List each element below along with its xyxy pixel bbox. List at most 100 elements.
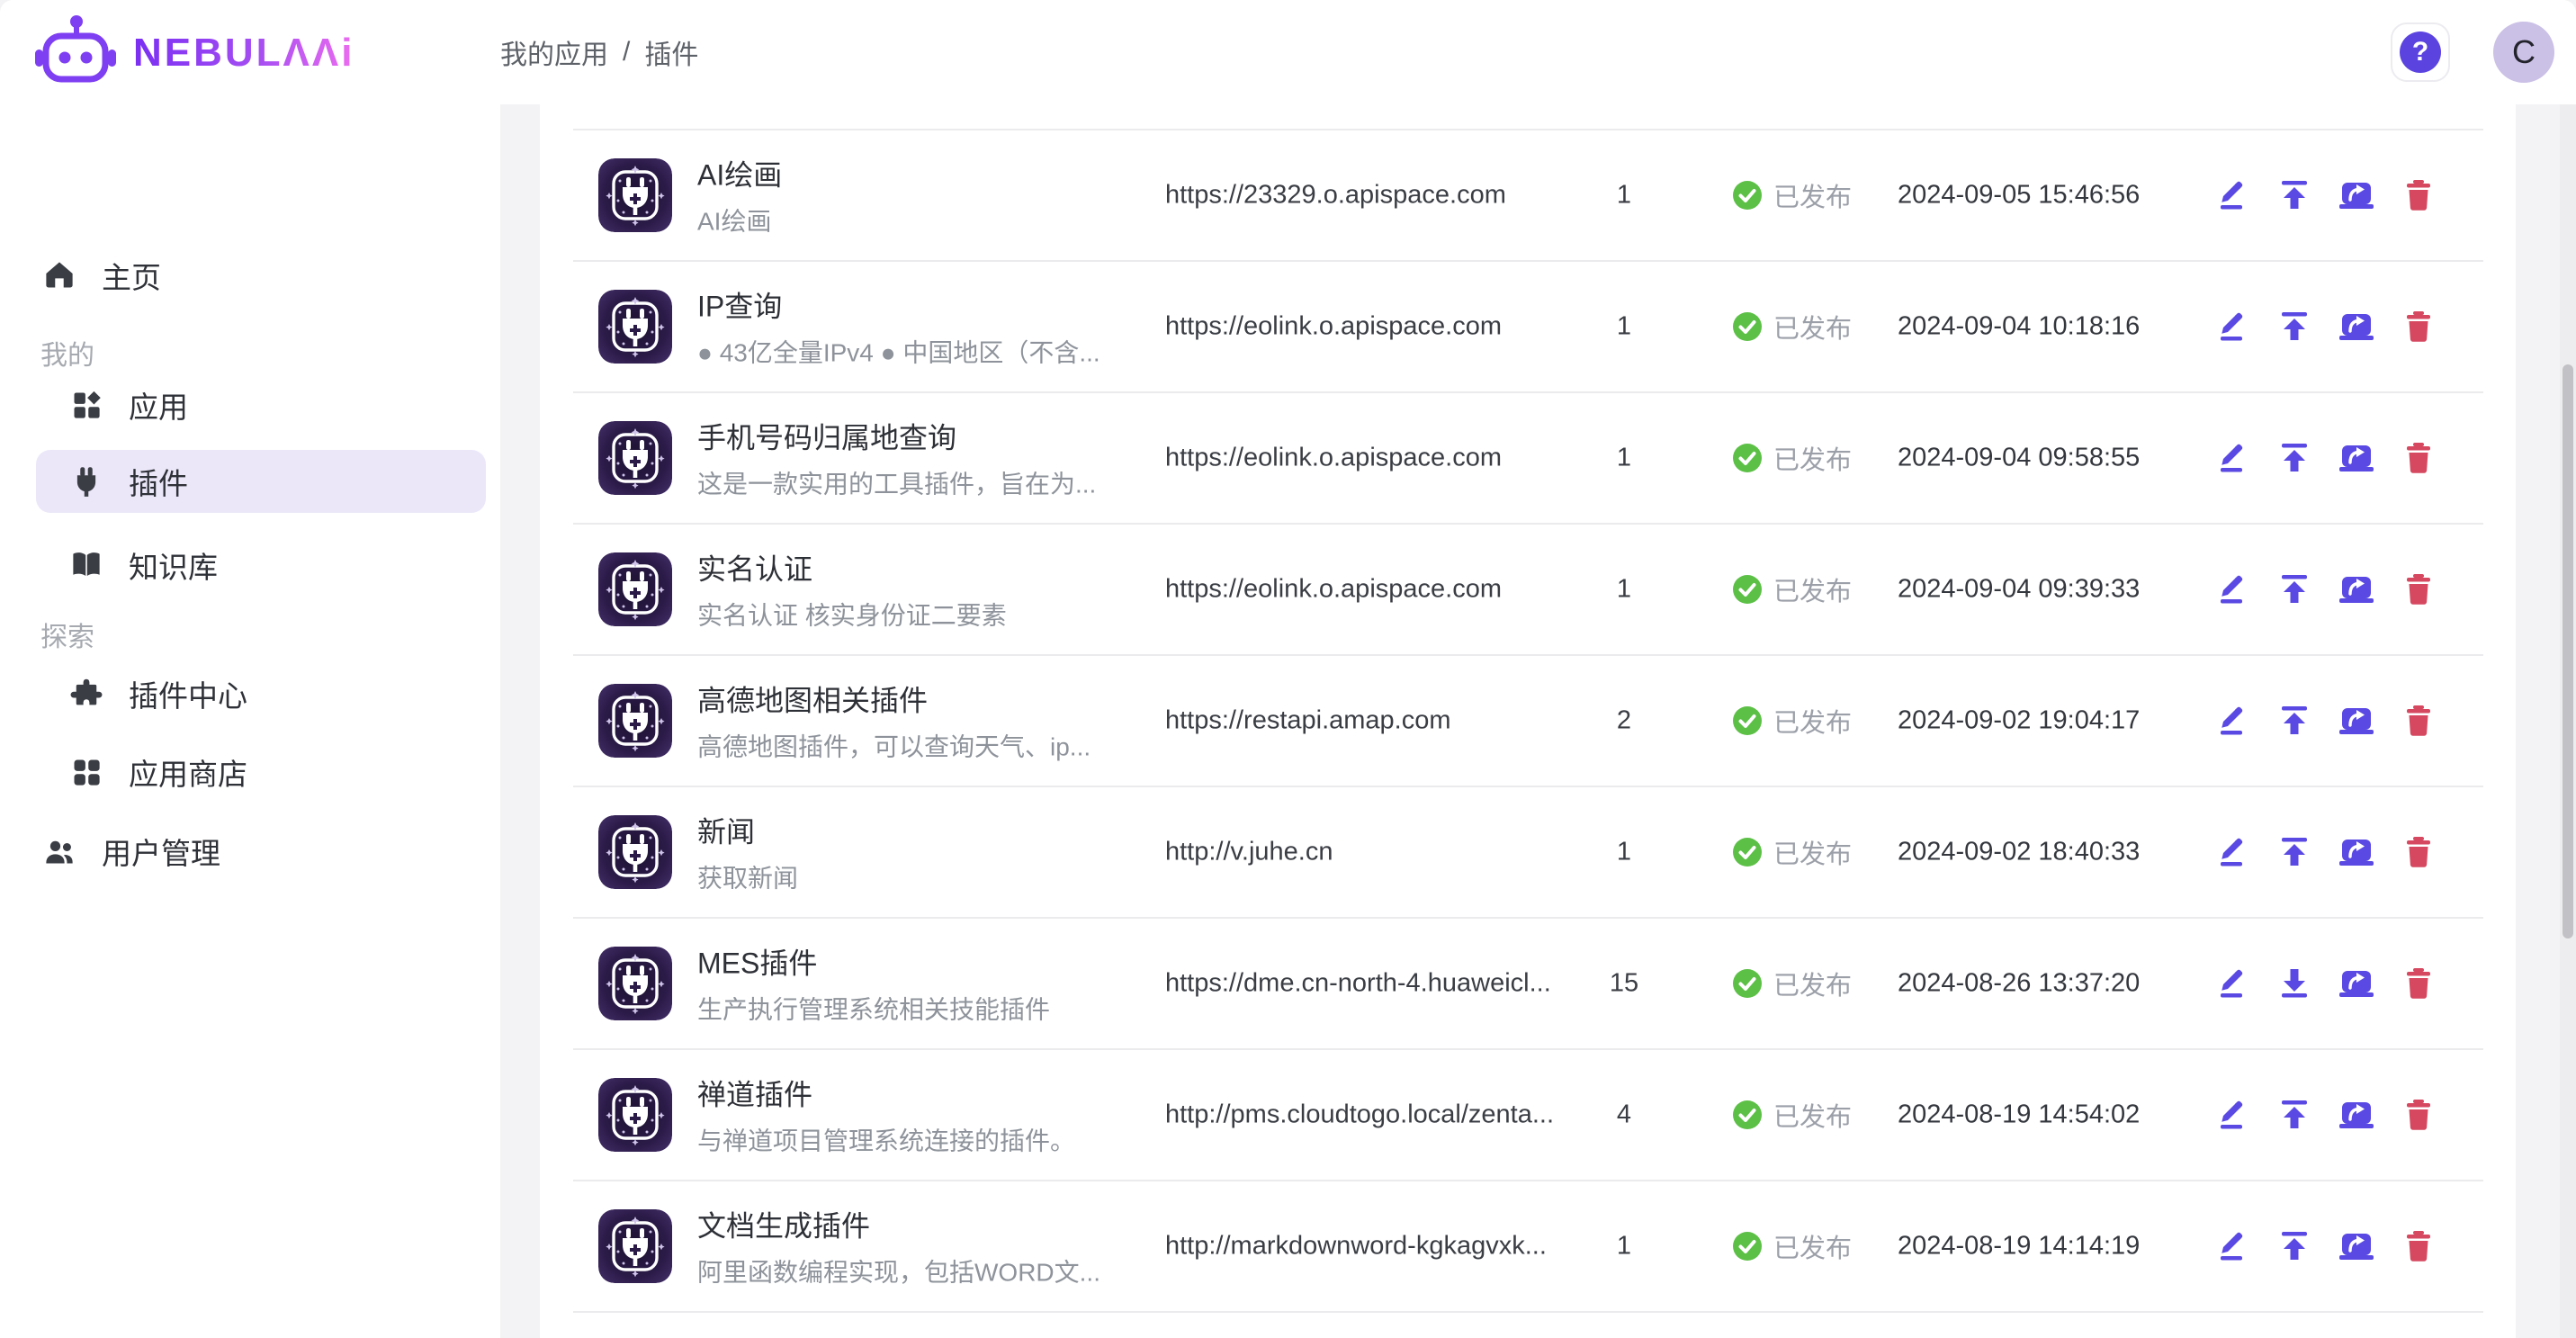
share-button[interactable]: [2338, 703, 2374, 739]
plugin-subtitle: 与禅道项目管理系统连接的插件。: [697, 1122, 1138, 1158]
plugin-app-icon: [598, 1209, 672, 1283]
delete-button[interactable]: [2401, 703, 2437, 739]
table-row[interactable]: MES插件 生产执行管理系统相关技能插件 https://dme.cn-nort…: [540, 919, 2516, 1048]
help-button[interactable]: ?: [2391, 22, 2450, 82]
share-button[interactable]: [2338, 1228, 2374, 1264]
plugin-status: 已发布: [1732, 308, 1852, 346]
sidebar-item-apps[interactable]: 应用: [0, 373, 500, 436]
plugin-count: 1: [1588, 312, 1660, 342]
plugin-url: https://eolink.o.apispace.com: [1165, 444, 1588, 473]
plug-icon: [70, 465, 103, 498]
scrollbar-track[interactable]: [2560, 104, 2576, 1338]
plugin-title: 禅道插件: [697, 1073, 1138, 1114]
plugin-count: 1: [1588, 1232, 1660, 1262]
upload-button[interactable]: [2276, 309, 2312, 345]
share-button[interactable]: [2338, 440, 2374, 476]
upload-button[interactable]: [2276, 834, 2312, 870]
brand-logo[interactable]: NEBULΛΛi: [34, 13, 355, 93]
delete-button[interactable]: [2401, 571, 2437, 607]
table-row[interactable]: AI绘画 AI绘画 https://23329.o.apispace.com 1…: [540, 130, 2516, 260]
plugin-subtitle: 这是一款实用的工具插件，旨在为...: [697, 465, 1138, 501]
breadcrumb-parent[interactable]: 我的应用: [500, 32, 608, 72]
upload-button[interactable]: [2276, 703, 2312, 739]
row-actions: [2214, 965, 2437, 1001]
edit-button[interactable]: [2214, 703, 2250, 739]
share-button[interactable]: [2338, 965, 2374, 1001]
delete-button[interactable]: [2401, 440, 2437, 476]
upload-button[interactable]: [2276, 571, 2312, 607]
plugin-app-icon: [598, 290, 672, 364]
table-row[interactable]: IP查询 ● 43亿全量IPv4 ● 中国地区（不含... https://eo…: [540, 262, 2516, 391]
table-row[interactable]: 高德地图相关插件 高德地图插件，可以查询天气、ip... https://res…: [540, 656, 2516, 786]
avatar[interactable]: C: [2493, 22, 2554, 83]
plugin-text: MES插件 生产执行管理系统相关技能插件: [697, 941, 1138, 1027]
plugin-updated-time: 2024-09-04 09:58:55: [1898, 444, 2150, 473]
plugin-text: 禅道插件 与禅道项目管理系统连接的插件。: [697, 1073, 1138, 1158]
robot-logo-icon: [34, 13, 117, 93]
sidebar-item-app-store[interactable]: 应用商店: [0, 741, 500, 804]
edit-button[interactable]: [2214, 571, 2250, 607]
plugin-status: 已发布: [1732, 833, 1852, 871]
published-check-icon: [1732, 705, 1763, 736]
edit-button[interactable]: [2214, 177, 2250, 213]
share-button[interactable]: [2338, 309, 2374, 345]
table-row[interactable]: 禅道插件 与禅道项目管理系统连接的插件。 http://pms.cloudtog…: [540, 1050, 2516, 1180]
plugin-text: 高德地图相关插件 高德地图插件，可以查询天气、ip...: [697, 678, 1138, 764]
plugin-subtitle: ● 43亿全量IPv4 ● 中国地区（不含...: [697, 334, 1138, 370]
sidebar-item-plugins[interactable]: 插件: [0, 450, 500, 513]
sidebar-item-home[interactable]: 主页: [0, 244, 500, 307]
delete-button[interactable]: [2401, 177, 2437, 213]
share-button[interactable]: [2338, 571, 2374, 607]
download-button[interactable]: [2276, 965, 2312, 1001]
plugin-text: IP查询 ● 43亿全量IPv4 ● 中国地区（不含...: [697, 284, 1138, 370]
plugin-app-icon: [598, 1078, 672, 1152]
plugin-subtitle: 实名认证 核实身份证二要素: [697, 597, 1138, 633]
edit-button[interactable]: [2214, 1228, 2250, 1264]
plugin-title: 文档生成插件: [697, 1204, 1138, 1245]
edit-button[interactable]: [2214, 834, 2250, 870]
sidebar-item-label: 插件中心: [129, 672, 247, 715]
plugin-title: 新闻: [697, 810, 1138, 851]
share-button[interactable]: [2338, 177, 2374, 213]
sidebar-item-plugin-center[interactable]: 插件中心: [0, 662, 500, 725]
upload-button[interactable]: [2276, 440, 2312, 476]
plugin-updated-time: 2024-09-02 18:40:33: [1898, 838, 2150, 867]
table-row[interactable]: 手机号码归属地查询 这是一款实用的工具插件，旨在为... https://eol…: [540, 393, 2516, 523]
sidebar-item-user-management[interactable]: 用户管理: [0, 820, 500, 883]
share-button[interactable]: [2338, 1097, 2374, 1133]
plugin-updated-time: 2024-09-05 15:46:56: [1898, 181, 2150, 211]
published-check-icon: [1732, 1231, 1763, 1262]
row-actions: [2214, 177, 2437, 213]
plugin-subtitle: 生产执行管理系统相关技能插件: [697, 991, 1138, 1027]
delete-button[interactable]: [2401, 309, 2437, 345]
share-button[interactable]: [2338, 834, 2374, 870]
delete-button[interactable]: [2401, 1228, 2437, 1264]
table-row[interactable]: 实名认证 实名认证 核实身份证二要素 https://eolink.o.apis…: [540, 525, 2516, 654]
scrollbar-thumb[interactable]: [2563, 364, 2573, 938]
plugin-title: 高德地图相关插件: [697, 678, 1138, 720]
delete-button[interactable]: [2401, 1097, 2437, 1133]
plugin-url: http://markdownword-kgkagvxk...: [1165, 1232, 1588, 1262]
edit-button[interactable]: [2214, 965, 2250, 1001]
upload-button[interactable]: [2276, 177, 2312, 213]
edit-button[interactable]: [2214, 1097, 2250, 1133]
delete-button[interactable]: [2401, 834, 2437, 870]
edit-button[interactable]: [2214, 440, 2250, 476]
edit-button[interactable]: [2214, 309, 2250, 345]
plugin-updated-time: 2024-08-19 14:54:02: [1898, 1100, 2150, 1130]
sidebar: 主页 我的 应用 插件: [0, 104, 500, 1338]
store-grid-icon: [70, 756, 103, 788]
delete-button[interactable]: [2401, 965, 2437, 1001]
row-divider: [573, 1311, 2483, 1313]
brand-wordmark: NEBULΛΛi: [133, 31, 355, 76]
sidebar-item-label: 知识库: [129, 543, 218, 587]
table-row[interactable]: 新闻 获取新闻 http://v.juhe.cn 1 已发布 2024-09-0…: [540, 787, 2516, 917]
sidebar-item-knowledge[interactable]: 知识库: [0, 534, 500, 597]
upload-button[interactable]: [2276, 1228, 2312, 1264]
plugin-updated-time: 2024-09-04 09:39:33: [1898, 575, 2150, 605]
upload-button[interactable]: [2276, 1097, 2312, 1133]
status-badge: 已发布: [1773, 1096, 1852, 1134]
table-row[interactable]: 文档生成插件 阿里函数编程实现，包括WORD文... http://markdo…: [540, 1181, 2516, 1311]
published-check-icon: [1732, 180, 1763, 211]
plugin-app-icon: [598, 421, 672, 495]
